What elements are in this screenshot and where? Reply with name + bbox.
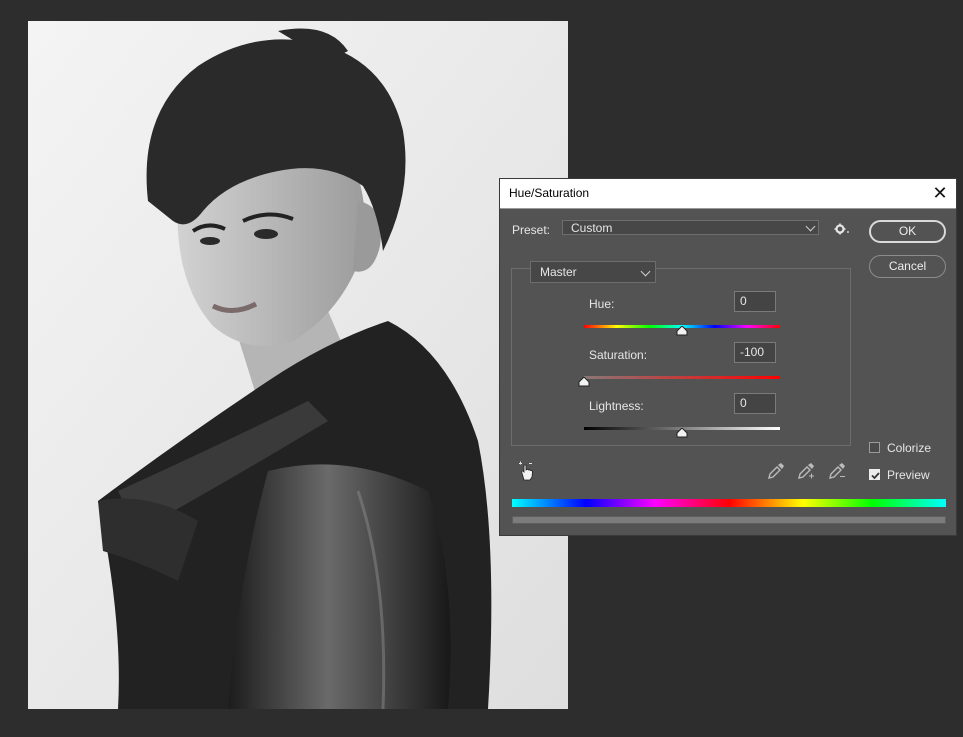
eyedropper-plus-icon[interactable]	[797, 462, 815, 483]
cancel-button[interactable]: Cancel	[869, 255, 946, 278]
hue-saturation-dialog: Hue/Saturation ✕ Preset: Custom OK Cance…	[499, 178, 957, 536]
document-photo	[28, 21, 568, 709]
input-color-spectrum	[512, 499, 946, 507]
gear-icon[interactable]	[834, 223, 850, 235]
lightness-input[interactable]: 0	[734, 393, 776, 414]
saturation-label: Saturation:	[589, 348, 648, 362]
preview-label: Preview	[887, 468, 930, 482]
channel-select[interactable]: Master	[530, 261, 656, 283]
preset-label: Preset:	[512, 223, 551, 237]
chevron-down-icon	[640, 266, 651, 277]
output-color-spectrum	[512, 516, 946, 524]
preview-checkbox[interactable]	[869, 469, 880, 480]
dialog-title: Hue/Saturation	[509, 186, 590, 200]
ok-button[interactable]: OK	[869, 220, 946, 243]
channel-value: Master	[540, 265, 577, 279]
saturation-input[interactable]: -100	[734, 342, 776, 363]
eyedropper-icon[interactable]	[767, 462, 785, 483]
saturation-slider-track[interactable]	[584, 376, 780, 379]
preset-value: Custom	[571, 221, 613, 235]
hue-label: Hue:	[589, 297, 615, 311]
close-icon[interactable]: ✕	[930, 183, 950, 203]
preset-select[interactable]: Custom	[562, 220, 819, 235]
eyedropper-minus-icon[interactable]	[828, 462, 846, 483]
colorize-label: Colorize	[887, 441, 932, 455]
targeted-adjustment-icon[interactable]	[518, 461, 536, 484]
dialog-titlebar[interactable]: Hue/Saturation ✕	[500, 179, 956, 209]
lightness-label: Lightness:	[589, 399, 644, 413]
chevron-down-icon	[805, 221, 816, 232]
hue-input[interactable]: 0	[734, 291, 776, 312]
colorize-checkbox[interactable]	[869, 442, 880, 453]
adjustment-group	[511, 268, 851, 446]
